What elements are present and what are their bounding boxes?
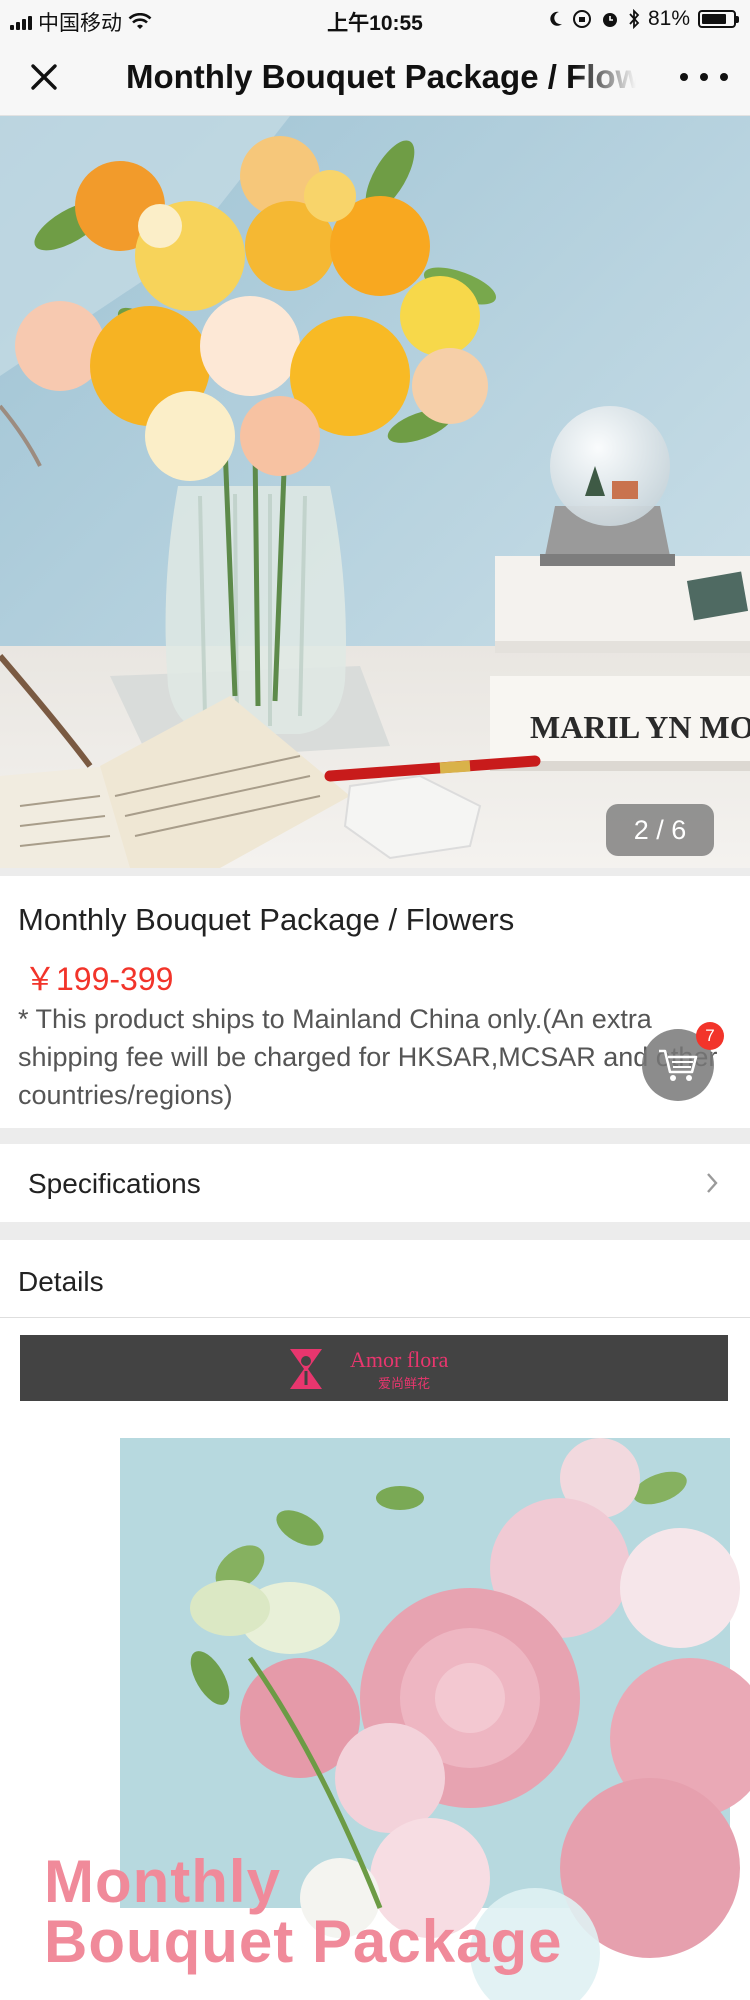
section-divider: [0, 1222, 750, 1240]
brand-banner: Amor flora 爱尚鲜花: [20, 1335, 728, 1401]
product-price: ￥199-399: [24, 961, 174, 997]
promo-line-1: Monthly: [44, 1848, 281, 1915]
details-label: Details: [18, 1266, 104, 1297]
status-bar: 中国移动 上午10:55 81%: [0, 0, 750, 38]
more-icon[interactable]: [680, 62, 728, 92]
brand-logo-icon: [290, 1349, 322, 1389]
bluetooth-icon: [629, 9, 640, 29]
section-divider: [0, 1128, 750, 1144]
cart-badge: 7: [696, 1022, 724, 1050]
alarm-icon: [602, 13, 617, 27]
product-image-carousel[interactable]: MARIL YN MO 2 / 6: [0, 116, 750, 868]
close-icon[interactable]: [24, 57, 64, 97]
book-spine-text: MARIL YN MO: [530, 709, 750, 745]
details-header: Details: [0, 1240, 750, 1318]
product-title: Monthly Bouquet Package / Flowers: [18, 902, 515, 937]
rotation-lock-icon: [572, 10, 591, 28]
product-info: Monthly Bouquet Package / Flowers ￥199-3…: [0, 868, 750, 1128]
shipping-note: * This product ships to Mainland China o…: [18, 1004, 718, 1110]
moon-icon: [550, 11, 562, 26]
battery-percent: 81%: [647, 7, 690, 30]
promo-heading: Monthly Bouquet Package: [44, 1852, 562, 1972]
nav-title: Monthly Bouquet Package / Flowers: [126, 58, 636, 95]
chevron-right-icon: [707, 1173, 718, 1193]
brand-subtitle: 爱尚鲜花: [378, 1376, 431, 1391]
cart-icon: [659, 1049, 698, 1081]
brand-name: Amor flora: [350, 1347, 449, 1372]
promo-line-2: Bouquet Package: [44, 1908, 563, 1975]
status-bar-right: 81%: [548, 7, 739, 31]
nav-bar: Monthly Bouquet Package / Flowers: [0, 38, 750, 116]
specifications-label: Specifications: [28, 1168, 201, 1199]
battery-icon: [698, 10, 739, 28]
product-photo: MARIL YN MO: [0, 116, 750, 868]
image-counter: 2 / 6: [606, 804, 714, 856]
specifications-row[interactable]: Specifications: [0, 1144, 750, 1222]
